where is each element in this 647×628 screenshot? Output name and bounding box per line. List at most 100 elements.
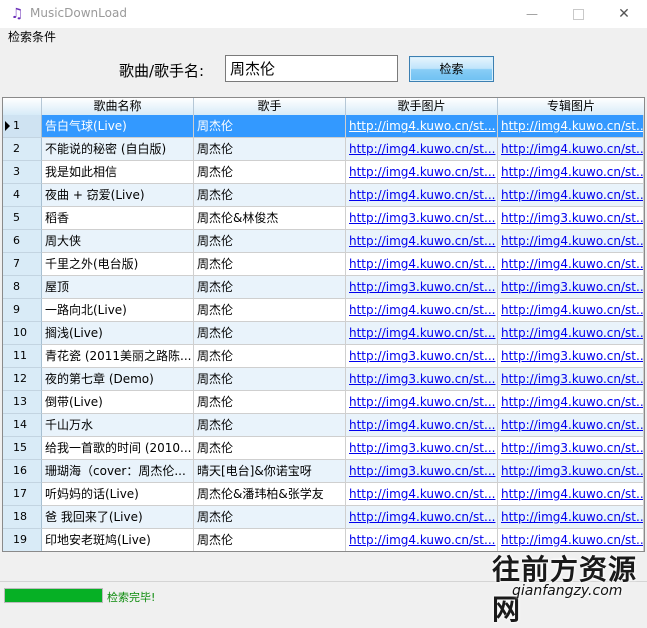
singer-image-link[interactable]: http://img4.kuwo.cn/st... <box>346 506 498 529</box>
row-number[interactable]: 18 <box>3 506 42 529</box>
row-number[interactable]: 12 <box>3 368 42 391</box>
album-image-link[interactable]: http://img4.kuwo.cn/st... <box>498 391 644 414</box>
row-number[interactable]: 17 <box>3 483 42 506</box>
column-header-album-image[interactable]: 专辑图片 <box>498 98 644 115</box>
singer-image-link[interactable]: http://img4.kuwo.cn/st... <box>346 391 498 414</box>
singer-image-link[interactable]: http://img4.kuwo.cn/st... <box>346 414 498 437</box>
progress-fill <box>5 589 102 602</box>
album-image-link[interactable]: http://img4.kuwo.cn/st... <box>498 483 644 506</box>
close-button[interactable]: ✕ <box>601 0 647 28</box>
singer-image-link[interactable]: http://img4.kuwo.cn/st... <box>346 115 498 138</box>
album-image-link[interactable]: http://img3.kuwo.cn/st... <box>498 345 644 368</box>
album-image-link[interactable]: http://img4.kuwo.cn/st... <box>498 138 644 161</box>
album-image-link[interactable]: http://img4.kuwo.cn/st... <box>498 184 644 207</box>
column-header-singer[interactable]: 歌手 <box>194 98 346 115</box>
table-row[interactable]: 13 倒带(Live) 周杰伦 http://img4.kuwo.cn/st... ht… <box>3 391 644 414</box>
table-row[interactable]: 1 告白气球(Live) 周杰伦 http://img4.kuwo.cn/st... h… <box>3 115 644 138</box>
album-image-link[interactable]: http://img3.kuwo.cn/st... <box>498 207 644 230</box>
album-image-link[interactable]: http://img4.kuwo.cn/st... <box>498 253 644 276</box>
singer-image-link[interactable]: http://img3.kuwo.cn/st... <box>346 437 498 460</box>
singer-cell: 周杰伦&潘玮柏&张学友 <box>194 483 346 506</box>
singer-image-link[interactable]: http://img4.kuwo.cn/st... <box>346 483 498 506</box>
table-row[interactable]: 4 夜曲 + 窃爱(Live) 周杰伦 http://img4.kuwo.cn/st.… <box>3 184 644 207</box>
column-header-song[interactable]: 歌曲名称 <box>42 98 194 115</box>
row-number[interactable]: 15 <box>3 437 42 460</box>
table-row[interactable]: 3 我是如此相信 周杰伦 http://img4.kuwo.cn/st... http:… <box>3 161 644 184</box>
table-row[interactable]: 5 稻香 周杰伦&林俊杰 http://img3.kuwo.cn/st... http:… <box>3 207 644 230</box>
row-number[interactable]: 16 <box>3 460 42 483</box>
singer-image-link[interactable]: http://img4.kuwo.cn/st... <box>346 230 498 253</box>
album-image-link[interactable]: http://img4.kuwo.cn/st... <box>498 230 644 253</box>
table-row[interactable]: 2 不能说的秘密 (自白版) 周杰伦 http://img4.kuwo.cn/st..… <box>3 138 644 161</box>
singer-image-link[interactable]: http://img3.kuwo.cn/st... <box>346 345 498 368</box>
row-number[interactable]: 7 <box>3 253 42 276</box>
table-row[interactable]: 11 青花瓷 (2011美丽之路陈... 周杰伦 http://img3.kuwo.c… <box>3 345 644 368</box>
album-image-link[interactable]: http://img4.kuwo.cn/st... <box>498 322 644 345</box>
singer-image-link[interactable]: http://img3.kuwo.cn/st... <box>346 460 498 483</box>
search-button[interactable]: 检索 <box>409 56 494 82</box>
table-row[interactable]: 7 千里之外(电台版) 周杰伦 http://img4.kuwo.cn/st... ht… <box>3 253 644 276</box>
column-header-singer-image[interactable]: 歌手图片 <box>346 98 498 115</box>
singer-cell: 周杰伦 <box>194 391 346 414</box>
singer-image-link[interactable]: http://img4.kuwo.cn/st... <box>346 161 498 184</box>
row-number[interactable]: 6 <box>3 230 42 253</box>
row-number[interactable]: 10 <box>3 322 42 345</box>
row-number[interactable]: 9 <box>3 299 42 322</box>
album-image-link[interactable]: http://img4.kuwo.cn/st... <box>498 506 644 529</box>
progress-bar <box>4 588 103 603</box>
watermark-url: qianfangzy.com <box>512 583 623 599</box>
table-row[interactable]: 16 珊瑚海（cover：周杰伦... 晴天[电台]&你诺宝呀 http://img3… <box>3 460 644 483</box>
table-row[interactable]: 9 一路向北(Live) 周杰伦 http://img4.kuwo.cn/st... h… <box>3 299 644 322</box>
search-input[interactable] <box>225 55 398 82</box>
song-cell: 听妈妈的话(Live) <box>42 483 194 506</box>
singer-image-link[interactable]: http://img3.kuwo.cn/st... <box>346 368 498 391</box>
song-cell: 稻香 <box>42 207 194 230</box>
row-number[interactable]: 19 <box>3 529 42 551</box>
row-number[interactable]: 11 <box>3 345 42 368</box>
singer-image-link[interactable]: http://img4.kuwo.cn/st... <box>346 299 498 322</box>
singer-cell: 周杰伦 <box>194 184 346 207</box>
minimize-button[interactable]: — <box>509 0 555 28</box>
row-number[interactable]: 2 <box>3 138 42 161</box>
row-number[interactable]: 8 <box>3 276 42 299</box>
table-row[interactable]: 6 周大侠 周杰伦 http://img4.kuwo.cn/st... http://i… <box>3 230 644 253</box>
album-image-link[interactable]: http://img3.kuwo.cn/st... <box>498 368 644 391</box>
table-row[interactable]: 12 夜的第七章 (Demo) 周杰伦 http://img3.kuwo.cn/st.… <box>3 368 644 391</box>
singer-image-link[interactable]: http://img4.kuwo.cn/st... <box>346 138 498 161</box>
table-row[interactable]: 17 听妈妈的话(Live) 周杰伦&潘玮柏&张学友 http://img4.kuwo… <box>3 483 644 506</box>
song-cell: 千山万水 <box>42 414 194 437</box>
album-image-link[interactable]: http://img4.kuwo.cn/st... <box>498 414 644 437</box>
maximize-button[interactable] <box>555 0 601 28</box>
table-row[interactable]: 15 给我一首歌的时间 (2010... 周杰伦 http://img3.kuwo.c… <box>3 437 644 460</box>
singer-cell: 周杰伦 <box>194 368 346 391</box>
singer-image-link[interactable]: http://img3.kuwo.cn/st... <box>346 207 498 230</box>
singer-image-link[interactable]: http://img4.kuwo.cn/st... <box>346 184 498 207</box>
table-row[interactable]: 10 搁浅(Live) 周杰伦 http://img4.kuwo.cn/st... ht… <box>3 322 644 345</box>
table-row[interactable]: 18 爸 我回来了(Live) 周杰伦 http://img4.kuwo.cn/st.… <box>3 506 644 529</box>
singer-image-link[interactable]: http://img3.kuwo.cn/st... <box>346 276 498 299</box>
album-image-link[interactable]: http://img3.kuwo.cn/st... <box>498 437 644 460</box>
grid-header: 歌曲名称 歌手 歌手图片 专辑图片 <box>3 98 644 115</box>
album-image-link[interactable]: http://img4.kuwo.cn/st... <box>498 299 644 322</box>
table-row[interactable]: 14 千山万水 周杰伦 http://img4.kuwo.cn/st... http:/… <box>3 414 644 437</box>
singer-image-link[interactable]: http://img4.kuwo.cn/st... <box>346 529 498 551</box>
row-number[interactable]: 13 <box>3 391 42 414</box>
album-image-link[interactable]: http://img3.kuwo.cn/st... <box>498 460 644 483</box>
singer-image-link[interactable]: http://img4.kuwo.cn/st... <box>346 322 498 345</box>
row-number[interactable]: 5 <box>3 207 42 230</box>
album-image-link[interactable]: http://img4.kuwo.cn/st... <box>498 161 644 184</box>
singer-image-link[interactable]: http://img4.kuwo.cn/st... <box>346 253 498 276</box>
singer-cell: 周杰伦 <box>194 253 346 276</box>
row-number[interactable]: 4 <box>3 184 42 207</box>
row-number[interactable]: 14 <box>3 414 42 437</box>
singer-cell: 周杰伦 <box>194 161 346 184</box>
album-image-link[interactable]: http://img3.kuwo.cn/st... <box>498 276 644 299</box>
song-cell: 搁浅(Live) <box>42 322 194 345</box>
row-number[interactable]: 3 <box>3 161 42 184</box>
results-grid[interactable]: 歌曲名称 歌手 歌手图片 专辑图片 1 告白气球(Live) 周杰伦 http://i… <box>2 97 645 552</box>
table-row[interactable]: 8 屋顶 周杰伦 http://img3.kuwo.cn/st... http://im… <box>3 276 644 299</box>
album-image-link[interactable]: http://img4.kuwo.cn/st... <box>498 115 644 138</box>
singer-cell: 周杰伦 <box>194 506 346 529</box>
song-cell: 千里之外(电台版) <box>42 253 194 276</box>
singer-cell: 周杰伦 <box>194 529 346 551</box>
